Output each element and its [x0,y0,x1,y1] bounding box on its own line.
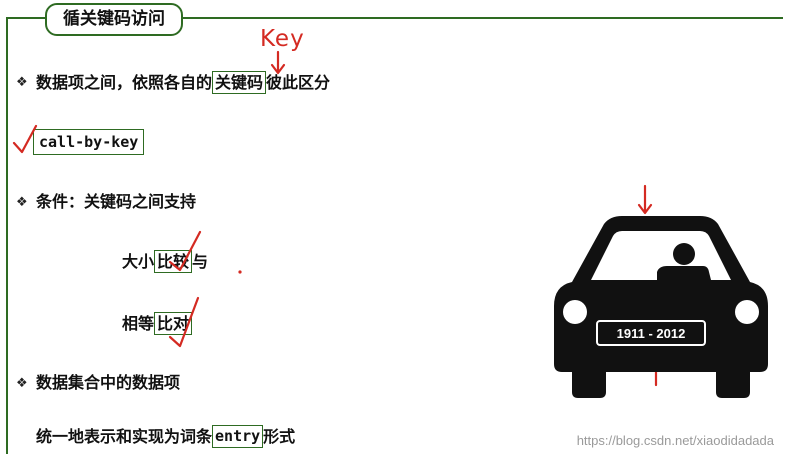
car-front-icon: 1911 - 2012 [554,216,768,398]
license-plate: 1911 - 2012 [617,326,686,341]
watermark: https://blog.csdn.net/xiaodidadada [576,433,774,448]
